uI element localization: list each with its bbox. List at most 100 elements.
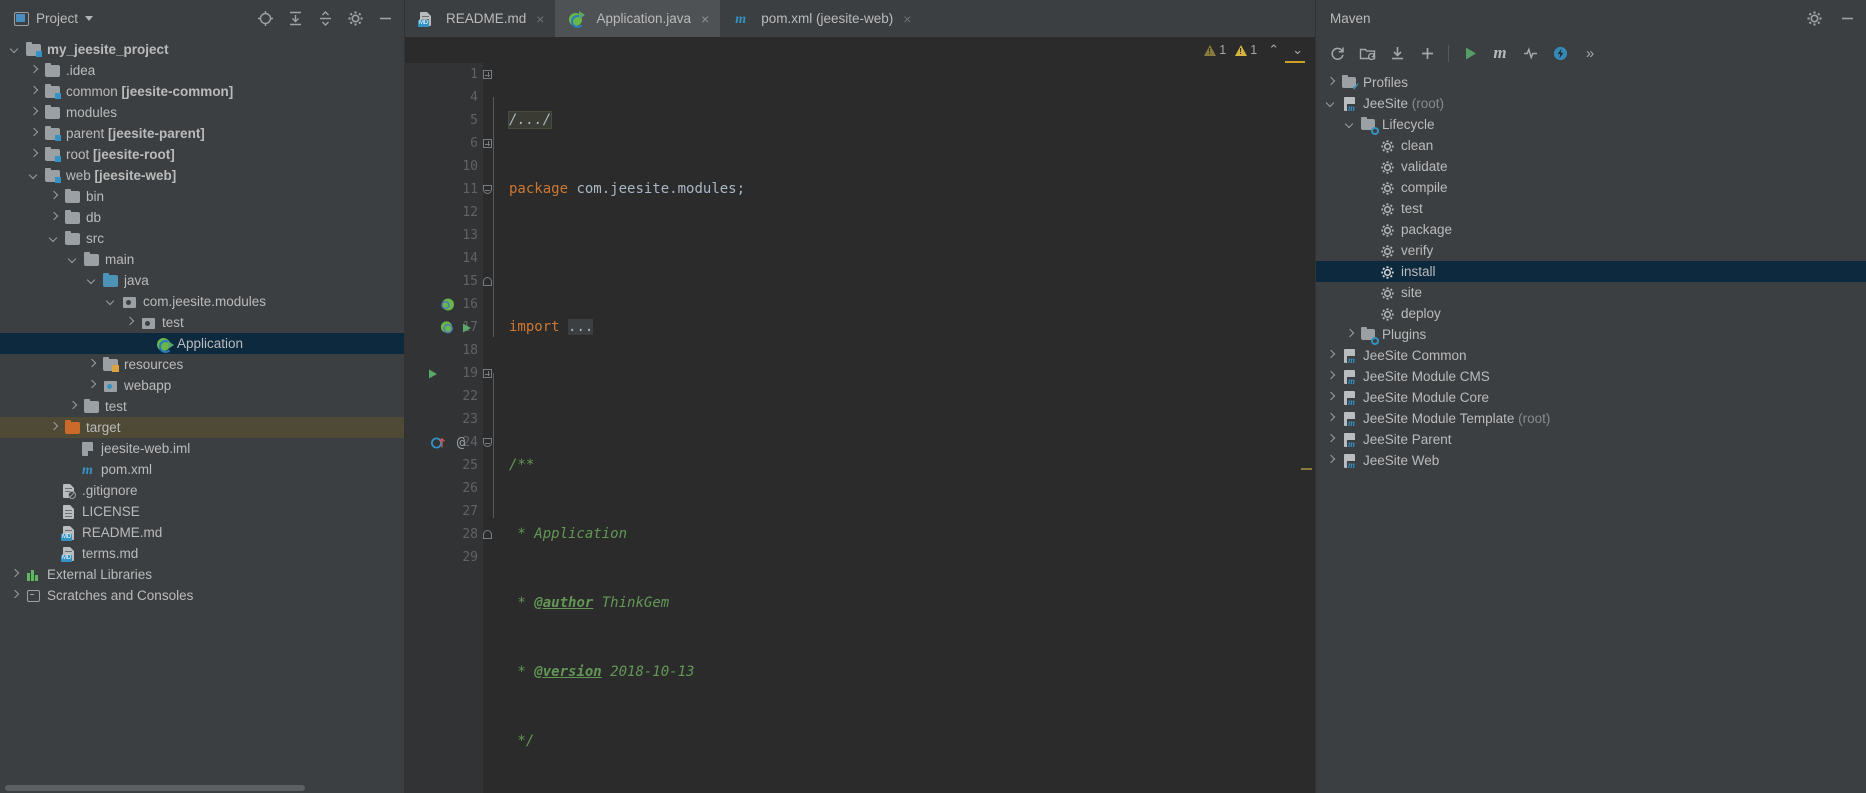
editor-horizontal-scrollbar[interactable]: [483, 781, 1315, 793]
editor-tab-pom-xml[interactable]: m pom.xml (jeesite-web) ×: [720, 0, 922, 37]
add-icon[interactable]: [1412, 40, 1442, 66]
chevron-down-icon[interactable]: [29, 170, 40, 181]
fold-toggle[interactable]: [483, 431, 492, 454]
tree-row-pom-xml[interactable]: m pom.xml: [0, 459, 404, 480]
maven-row-install[interactable]: install: [1316, 261, 1866, 282]
project-view-selector[interactable]: Project: [8, 8, 99, 29]
tree-row-jeesite-web-iml[interactable]: jeesite-web.iml: [0, 438, 404, 459]
maven-row-verify[interactable]: verify: [1316, 240, 1866, 261]
tree-row-external-libraries[interactable]: External Libraries: [0, 564, 404, 585]
tree-row-license[interactable]: LICENSE: [0, 501, 404, 522]
maven-row-jeesite-web[interactable]: JeeSite Web: [1316, 450, 1866, 471]
maven-row-compile[interactable]: compile: [1316, 177, 1866, 198]
chevron-right-icon[interactable]: [49, 422, 60, 433]
chevron-right-icon[interactable]: [87, 359, 98, 370]
editor-tab-application-java[interactable]: Application.java ×: [555, 0, 721, 37]
annotation-gutter-icon[interactable]: @: [451, 431, 471, 454]
spring-config-gutter-icon[interactable]: [437, 316, 457, 339]
editor-gutter[interactable]: 1 4 5 6 10 11 12 13 14 15 16 17 18 19 22…: [405, 63, 483, 793]
chevron-right-icon[interactable]: [1345, 329, 1356, 340]
chevron-right-icon[interactable]: [1326, 77, 1337, 88]
chevron-right-icon[interactable]: [29, 128, 40, 139]
tree-row-com-jeesite-modules[interactable]: com.jeesite.modules: [0, 291, 404, 312]
reimport-icon[interactable]: [1322, 40, 1352, 66]
chevron-right-icon[interactable]: [1326, 371, 1337, 382]
maven-row-deploy[interactable]: deploy: [1316, 303, 1866, 324]
tree-row-web[interactable]: web [jeesite-web]: [0, 165, 404, 186]
tree-row-common[interactable]: common [jeesite-common]: [0, 81, 404, 102]
locate-icon[interactable]: [257, 10, 274, 27]
download-sources-icon[interactable]: [1382, 40, 1412, 66]
tree-row-webapp[interactable]: webapp: [0, 375, 404, 396]
chevron-down-icon[interactable]: [87, 275, 98, 286]
chevron-right-icon[interactable]: [49, 212, 60, 223]
chevron-down-icon[interactable]: [68, 254, 79, 265]
spring-bean-gutter-icon[interactable]: [437, 293, 457, 316]
fold-toggle[interactable]: [483, 523, 492, 546]
expand-toolbar-icon[interactable]: »: [1575, 40, 1605, 66]
maven-row-jeesite-module-core[interactable]: JeeSite Module Core: [1316, 387, 1866, 408]
minimize-icon[interactable]: [1839, 10, 1856, 27]
chevron-down-icon[interactable]: [10, 44, 21, 55]
chevron-right-icon[interactable]: [68, 401, 79, 412]
chevron-right-icon[interactable]: [1326, 455, 1337, 466]
maven-row-jeesite-common[interactable]: JeeSite Common: [1316, 345, 1866, 366]
run-gutter-icon[interactable]: [457, 316, 477, 339]
chevron-right-icon[interactable]: [10, 569, 21, 580]
tree-row-java[interactable]: java: [0, 270, 404, 291]
chevron-down-icon[interactable]: [1326, 98, 1337, 109]
fold-toggle[interactable]: [483, 63, 492, 86]
overriding-method-gutter-icon[interactable]: [429, 431, 449, 454]
tree-row-main[interactable]: main: [0, 249, 404, 270]
tree-row-test-package[interactable]: test: [0, 312, 404, 333]
tree-row-target[interactable]: target: [0, 417, 404, 438]
chevron-right-icon[interactable]: [29, 107, 40, 118]
chevron-right-icon[interactable]: [1326, 434, 1337, 445]
chevron-right-icon[interactable]: [1326, 413, 1337, 424]
tree-row-parent[interactable]: parent [jeesite-parent]: [0, 123, 404, 144]
chevron-right-icon[interactable]: [87, 380, 98, 391]
folded-comment[interactable]: /.../: [507, 111, 553, 129]
code-folding-column[interactable]: [483, 63, 503, 793]
maven-row-clean[interactable]: clean: [1316, 135, 1866, 156]
tree-row-terms-md[interactable]: MD terms.md: [0, 543, 404, 564]
maven-row-test[interactable]: test: [1316, 198, 1866, 219]
maven-projects-tree[interactable]: ✓ Profiles JeeSite (root) Lifecycle: [1316, 69, 1866, 793]
editor-error-stripe[interactable]: [1297, 63, 1315, 793]
code-text[interactable]: /.../ package com.jeesite.modules; impor…: [503, 63, 1297, 793]
expand-all-icon[interactable]: [287, 10, 304, 27]
maven-row-package[interactable]: package: [1316, 219, 1866, 240]
toggle-offline-icon[interactable]: [1545, 40, 1575, 66]
run-gutter-icon[interactable]: [423, 362, 443, 385]
chevron-right-icon[interactable]: [29, 86, 40, 97]
warning-count-dark[interactable]: 1: [1204, 43, 1226, 57]
close-icon[interactable]: ×: [536, 12, 544, 26]
tree-row-application[interactable]: Application: [0, 333, 404, 354]
maven-row-jeesite-root[interactable]: JeeSite (root): [1316, 93, 1866, 114]
previous-problem-icon[interactable]: ⌃: [1266, 42, 1281, 58]
tree-row-test-folder[interactable]: test: [0, 396, 404, 417]
chevron-down-icon[interactable]: [106, 296, 117, 307]
editor-tab-readme[interactable]: MD README.md ×: [405, 0, 555, 37]
tree-row-root[interactable]: root [jeesite-root]: [0, 144, 404, 165]
collapse-all-icon[interactable]: [317, 10, 334, 27]
tree-row-db[interactable]: db: [0, 207, 404, 228]
code-area[interactable]: 1 4 5 6 10 11 12 13 14 15 16 17 18 19 22…: [405, 63, 1315, 793]
project-tree[interactable]: my_jeesite_project .idea common [jeesite…: [0, 37, 404, 793]
maven-row-profiles[interactable]: ✓ Profiles: [1316, 72, 1866, 93]
close-icon[interactable]: ×: [701, 12, 709, 26]
maven-row-site[interactable]: site: [1316, 282, 1866, 303]
chevron-down-icon[interactable]: [1345, 119, 1356, 130]
chevron-right-icon[interactable]: [29, 65, 40, 76]
tree-row-resources[interactable]: resources: [0, 354, 404, 375]
close-icon[interactable]: ×: [903, 12, 911, 26]
toggle-skip-tests-icon[interactable]: [1515, 40, 1545, 66]
next-problem-icon[interactable]: ⌄: [1290, 42, 1305, 58]
chevron-right-icon[interactable]: [125, 317, 136, 328]
tree-row-modules[interactable]: modules: [0, 102, 404, 123]
fold-toggle[interactable]: [483, 132, 492, 155]
chevron-right-icon[interactable]: [49, 191, 60, 202]
generate-sources-icon[interactable]: [1352, 40, 1382, 66]
maven-row-jeesite-module-cms[interactable]: JeeSite Module CMS: [1316, 366, 1866, 387]
chevron-right-icon[interactable]: [1326, 350, 1337, 361]
